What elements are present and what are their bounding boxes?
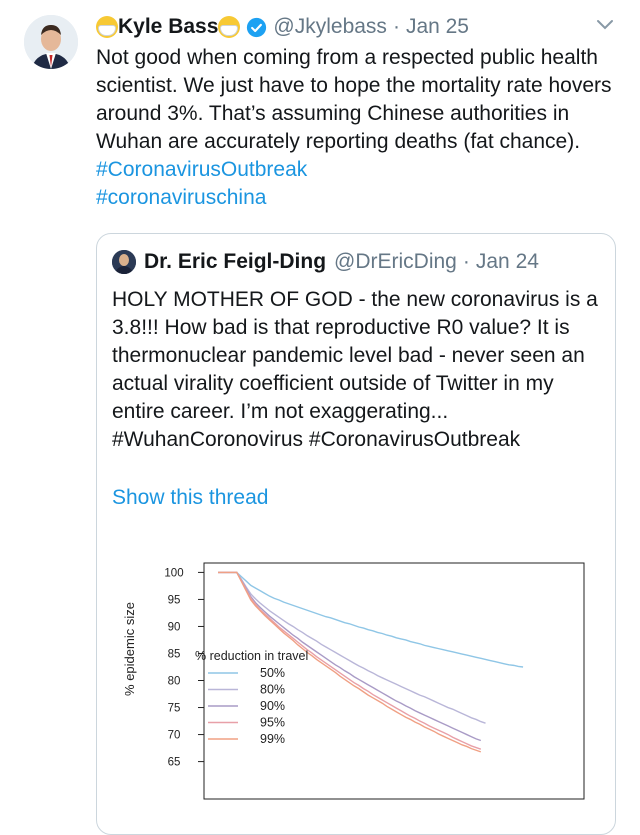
- quoted-author-handle[interactable]: @DrEricDing: [334, 250, 457, 274]
- y-tick-label: 65: [168, 757, 181, 769]
- quoted-author-avatar[interactable]: [112, 250, 136, 274]
- chevron-down-icon[interactable]: [596, 18, 614, 32]
- y-axis: 100 95 90 85 80 75 70 65: [164, 567, 204, 769]
- face-with-medical-mask-icon: [218, 16, 241, 38]
- author-name[interactable]: Kyle Bass: [118, 15, 218, 39]
- y-tick-label: 85: [168, 648, 181, 660]
- legend-label: 50%: [260, 666, 285, 680]
- tweet-text: Not good when coming from a respected pu…: [96, 44, 626, 212]
- separator-dot: ·: [392, 15, 400, 38]
- hashtag-link[interactable]: #coronaviruschina: [96, 186, 266, 209]
- verified-badge-icon: [247, 17, 267, 37]
- avatar-portrait: [24, 15, 78, 69]
- series-line-80pct: [218, 571, 486, 724]
- y-tick-label: 75: [168, 703, 181, 715]
- plot-frame: [203, 562, 585, 800]
- y-tick-label: 95: [168, 594, 181, 606]
- show-thread-link[interactable]: Show this thread: [112, 486, 268, 510]
- y-axis-label: % epidemic size: [122, 602, 137, 696]
- author-avatar[interactable]: [24, 15, 78, 69]
- separator-dot: ·: [462, 250, 470, 273]
- hashtag-link[interactable]: #CoronavirusOutbreak: [96, 158, 307, 181]
- chart-legend: % reduction in travel 50% 80% 90% 95% 99%: [195, 649, 308, 746]
- legend-label: 95%: [260, 716, 285, 730]
- legend-title: % reduction in travel: [195, 649, 308, 663]
- legend-label: 99%: [260, 732, 285, 746]
- y-tick-label: 80: [168, 676, 181, 688]
- quoted-tweet-header: Dr. Eric Feigl-Ding @DrEricDing · Jan 24: [112, 247, 539, 277]
- y-tick-label: 90: [168, 621, 181, 633]
- tweet-body: Not good when coming from a respected pu…: [96, 46, 612, 153]
- tweet-header: Kyle Bass @Jkylebass · Jan 25: [96, 12, 469, 42]
- chart-svg: % epidemic size 100 95 90 85 80 75 70 65 % redu…: [122, 562, 585, 800]
- quoted-tweet-text: HOLY MOTHER OF GOD - the new coronavirus…: [112, 286, 607, 454]
- author-handle[interactable]: @Jkylebass: [273, 15, 387, 39]
- y-tick-label: 70: [168, 730, 181, 742]
- face-with-medical-mask-icon: [96, 16, 118, 38]
- quoted-tweet-card[interactable]: Dr. Eric Feigl-Ding @DrEricDing · Jan 24…: [96, 233, 616, 835]
- quoted-author-name[interactable]: Dr. Eric Feigl-Ding: [144, 250, 326, 274]
- legend-label: 80%: [260, 683, 285, 697]
- quoted-tweet-date[interactable]: Jan 24: [476, 250, 539, 274]
- y-tick-label: 100: [164, 567, 183, 579]
- epidemic-size-chart: % epidemic size 100 95 90 85 80 75 70 65 % redu…: [112, 549, 602, 809]
- tweet-date[interactable]: Jan 25: [406, 15, 469, 39]
- quoted-avatar-portrait: [112, 250, 136, 274]
- legend-label: 90%: [260, 699, 285, 713]
- quoted-tweet-body: HOLY MOTHER OF GOD - the new coronavirus…: [112, 288, 598, 451]
